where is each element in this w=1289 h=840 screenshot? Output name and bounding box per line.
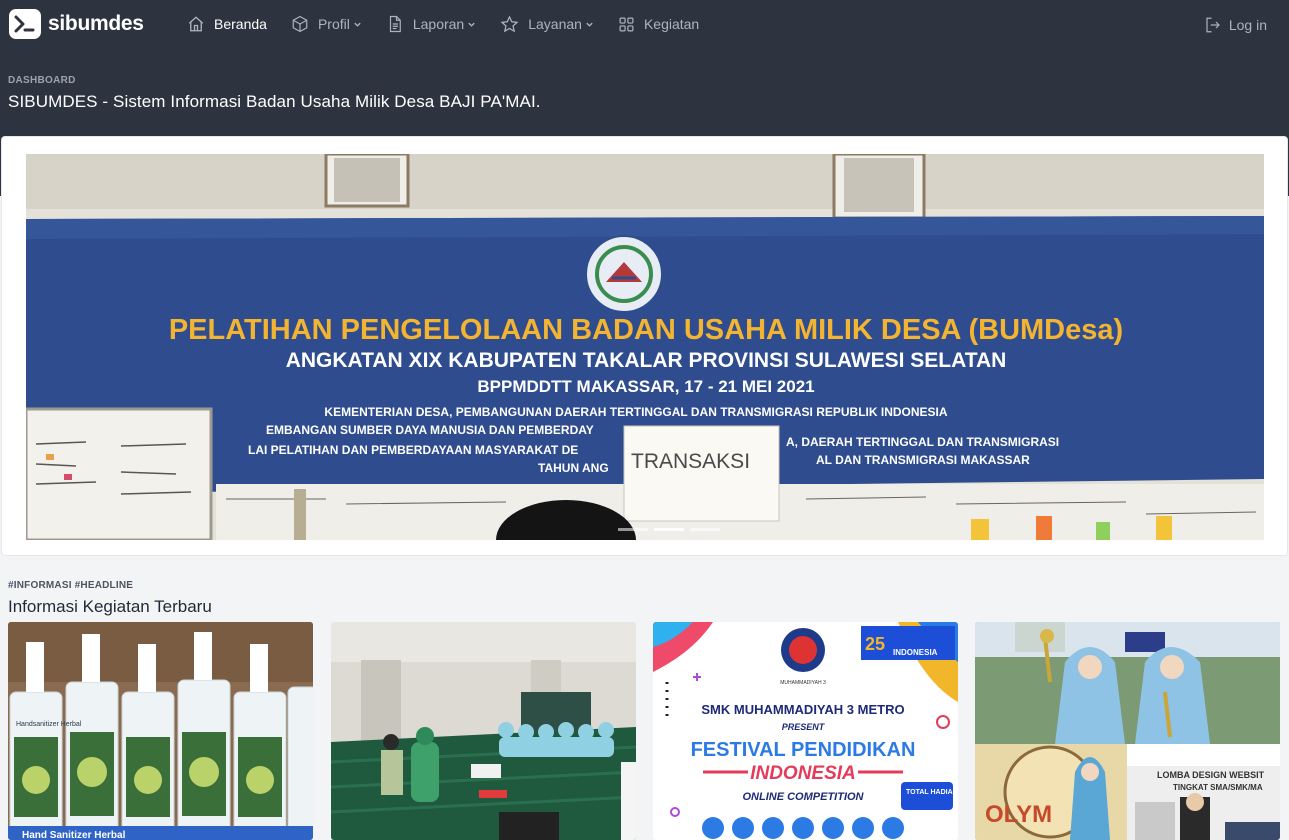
svg-text:MUHAMMADIYAH 3: MUHAMMADIYAH 3 <box>780 680 826 686</box>
terminal-logo-icon <box>9 9 41 39</box>
banner-title: PELATIHAN PENGELOLAAN BADAN USAHA MILIK … <box>169 314 1123 346</box>
chevron-down-icon <box>586 22 593 27</box>
nav-label-laporan: Laporan <box>412 16 465 32</box>
login-link[interactable]: Log in <box>1204 16 1267 34</box>
svg-text:OLYM: OLYM <box>985 801 1052 828</box>
card-image-students-collage: OLYM LOMBA DESIGN WEBSIT TINGKAT SMA/SMK… <box>975 622 1280 840</box>
login-icon <box>1206 17 1220 33</box>
banner-line6b: AL DAN TRANSMIGRASI MAKASSAR <box>816 453 1030 467</box>
poster-festival: FESTIVAL PENDIDIKAN <box>691 739 916 761</box>
poster-tag: INDONESIA <box>893 648 938 657</box>
page-title: SIBUMDES - Sistem Informasi Badan Usaha … <box>8 92 541 111</box>
nav-item-laporan[interactable]: Laporan <box>386 14 476 34</box>
collage-tingkat: TINGKAT SMA/SMK/MA <box>1173 783 1263 792</box>
nav-item-kegiatan[interactable]: Kegiatan <box>618 14 699 34</box>
login-label: Log in <box>1228 17 1267 33</box>
nav-label-kegiatan: Kegiatan <box>643 16 700 32</box>
banner-subtitle: ANGKATAN XIX KABUPATEN TAKALAR PROVINSI … <box>286 349 1007 372</box>
nav-label-beranda: Beranda <box>214 16 267 32</box>
nav-item-layanan[interactable]: Layanan <box>500 14 594 34</box>
poster-country: INDONESIA <box>750 763 856 784</box>
banner-location: BPPMDDTT MAKASSAR, 17 - 21 MEI 2021 <box>477 377 814 396</box>
banner-ministry: KEMENTERIAN DESA, PEMBANGUNAN DAERAH TER… <box>324 405 947 419</box>
page-eyebrow: DASHBOARD <box>8 75 76 86</box>
home-icon <box>188 16 204 32</box>
nav-item-beranda[interactable]: Beranda <box>187 14 267 34</box>
bottle-label: Handsanitizer Herbal <box>16 721 82 728</box>
collage-lomba: LOMBA DESIGN WEBSIT <box>1157 770 1265 780</box>
nav-label-layanan: Layanan <box>528 16 582 32</box>
news-card[interactable]: OLYM LOMBA DESIGN WEBSIT TINGKAT SMA/SMK… <box>975 622 1280 840</box>
card-image-sanitizer: Handsanitizer Herbal Hand Sanitizer Herb… <box>8 622 313 840</box>
section-title: Informasi Kegiatan Terbaru <box>8 597 212 616</box>
poster-prize: TOTAL HADIAH <box>906 789 958 796</box>
card-image-mosque <box>331 622 636 840</box>
banner-line5b: A, DAERAH TERTINGGAL DAN TRANSMIGRASI <box>786 435 1059 449</box>
nav-item-profil[interactable]: Profil <box>291 14 362 34</box>
slide-photo: PELATIHAN PENGELOLAAN BADAN USAHA MILIK … <box>26 154 1264 540</box>
chevron-down-icon <box>468 22 475 27</box>
poster-competition: ONLINE COMPETITION <box>743 791 865 803</box>
carousel-indicator-1[interactable] <box>618 528 648 531</box>
carousel-indicators <box>618 528 726 531</box>
carousel-card: PELATIHAN PENGELOLAAN BADAN USAHA MILIK … <box>1 136 1288 556</box>
grid-icon <box>619 17 634 31</box>
carousel-slide[interactable]: PELATIHAN PENGELOLAAN BADAN USAHA MILIK … <box>26 154 1264 540</box>
section-eyebrow: #INFORMASI #HEADLINE <box>8 580 134 591</box>
document-icon <box>389 15 401 33</box>
paper-note: TRANSAKSI <box>631 450 750 473</box>
anniversary-badge: 25 <box>865 634 885 654</box>
card-caption: Hand Sanitizer Herbal <box>22 830 126 840</box>
cube-icon <box>292 15 308 33</box>
main-menu: Beranda Profil Laporan Layanan Kegiatan <box>187 14 723 34</box>
carousel-indicator-2[interactable] <box>654 528 684 531</box>
brand-logo[interactable]: sibumdes <box>9 9 144 39</box>
chevron-down-icon <box>354 22 361 27</box>
brand-name: sibumdes <box>48 12 144 35</box>
banner-line6: LAI PELATIHAN DAN PEMBERDAYAAN MASYARAKA… <box>248 443 578 457</box>
news-card[interactable] <box>331 622 636 840</box>
card-image-festival-poster: MUHAMMADIYAH 3 25 INDONESIA SMK MUHAMMAD… <box>653 622 958 840</box>
poster-present: PRESENT <box>782 722 826 732</box>
nav-label-profil: Profil <box>317 16 350 32</box>
star-icon <box>500 15 519 32</box>
banner-line5: EMBANGAN SUMBER DAYA MANUSIA DAN PEMBERD… <box>266 423 594 437</box>
banner-line7: TAHUN ANG <box>538 461 609 475</box>
news-card[interactable]: MUHAMMADIYAH 3 25 INDONESIA SMK MUHAMMAD… <box>653 622 958 840</box>
poster-school: SMK MUHAMMADIYAH 3 METRO <box>701 702 904 717</box>
navbar: sibumdes Beranda Profil Laporan Layanan <box>0 0 1289 50</box>
carousel-indicator-3[interactable] <box>690 528 720 531</box>
news-card[interactable]: Handsanitizer Herbal Hand Sanitizer Herb… <box>8 622 313 840</box>
